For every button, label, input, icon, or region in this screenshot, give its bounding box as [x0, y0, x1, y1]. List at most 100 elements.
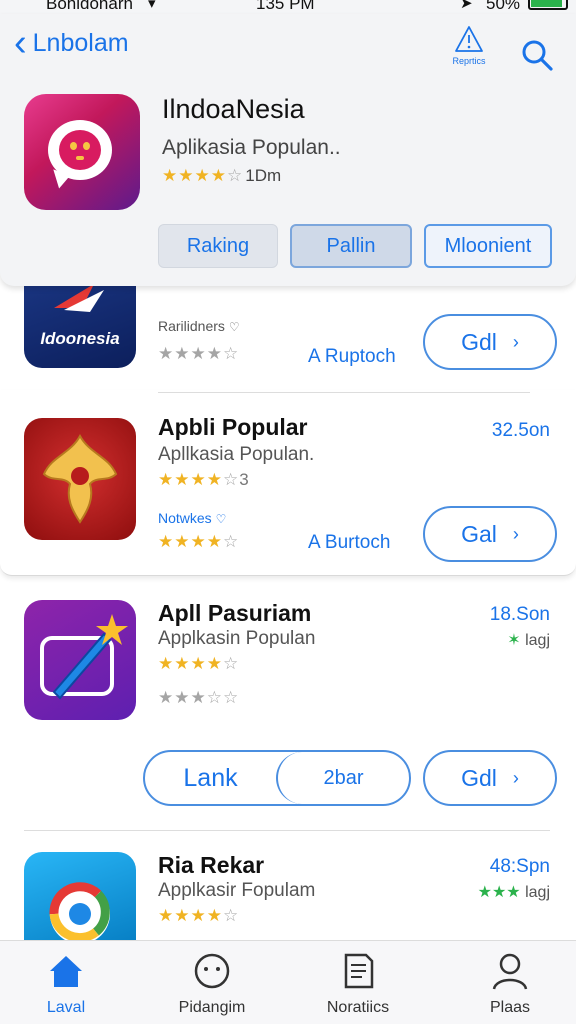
app-icon-pen[interactable] — [24, 600, 136, 720]
app3-get-button[interactable]: Gdl › — [423, 750, 557, 806]
app3-stars-row2: ★ ★ ★ ☆ ☆ — [158, 688, 239, 708]
star-icon: ★ — [190, 906, 207, 925]
star-icon: ★ — [190, 470, 207, 489]
app1-developer[interactable]: A Ruptoch — [308, 346, 396, 368]
star-icon: ★ — [158, 906, 175, 925]
app2-get-button[interactable]: Gal › — [423, 506, 557, 562]
app3-meta2-text: lagj — [525, 632, 550, 649]
home-icon — [50, 956, 82, 987]
app4-stars1-wrap: ★ ★ ★ ★ ☆ — [158, 906, 239, 926]
tab-home[interactable]: Laval — [6, 941, 126, 1024]
tab-pidangim[interactable]: Pidangim — [152, 941, 272, 1024]
featured-app-subtitle: Aplikasia Populan.. — [162, 136, 341, 159]
status-bar: Bohidonarn ▾ 135 PM ➤ 50% — [0, 0, 576, 14]
star-icon: ★ — [190, 532, 207, 551]
app2-stars2-wrap: ★ ★ ★ ★ ☆ — [158, 532, 239, 552]
star-icon: ✶ — [507, 632, 521, 649]
chevron-right-icon: › — [512, 523, 519, 544]
star-icon: ☆ — [227, 166, 244, 185]
app2-title: Apbli Popular — [158, 414, 308, 440]
person-icon — [492, 953, 528, 990]
heart-icon: ♡ — [215, 512, 227, 526]
star-icon: ☆ — [223, 532, 240, 551]
app3-subtitle: Applkasin Populan — [158, 628, 316, 649]
star-icon: ☆ — [223, 470, 240, 489]
app3-title: Apll Pasuriam — [158, 600, 312, 626]
warning-icon — [455, 26, 483, 52]
status-time: 135 PM — [256, 0, 315, 13]
segment-ranking[interactable]: Raking — [158, 224, 278, 268]
segment-popular[interactable]: Pallin — [290, 224, 412, 268]
app4-meta: 48:Spn — [489, 856, 550, 877]
chat-bubble-icon — [48, 120, 112, 180]
star-icon: ★ — [210, 166, 227, 185]
smiley-icon — [194, 953, 230, 989]
star-icon: ★ — [158, 532, 175, 551]
star-icon: ★ — [174, 654, 191, 673]
app2-stars1-wrap: ★ ★ ★ ★ ☆ 3 — [158, 470, 249, 490]
bar-button[interactable]: 2bar — [276, 752, 409, 804]
reports-button[interactable]: Reprtics — [446, 24, 492, 80]
featured-app-icon[interactable] — [24, 94, 140, 210]
back-button[interactable]: ‹ Lnbolam — [14, 22, 129, 64]
star-icon: ☆ — [206, 688, 223, 707]
reports-label: Reprtics — [452, 56, 486, 66]
rating-stars: ★ ★ ★ ★ ☆ — [162, 166, 243, 186]
app2-stars-row2: ★ ★ ★ ★ ☆ — [158, 532, 239, 552]
rating-count: 1Dm — [245, 166, 282, 185]
back-label: Lnbolam — [32, 28, 129, 57]
star-icon: ★ — [174, 532, 191, 551]
wifi-icon: ▾ — [148, 0, 156, 12]
featured-app-title: IlndoaNesia — [162, 94, 305, 124]
app-header: ‹ Lnbolam Reprtics IlndoaNesia Aplikasia… — [0, 14, 576, 286]
star-icon: ★ — [174, 344, 191, 363]
star-icon: ★ — [206, 654, 223, 673]
app4-title: Ria Rekar — [158, 852, 265, 878]
app2-get-label: Gal — [461, 520, 497, 547]
location-icon: ➤ — [460, 0, 473, 12]
carrier-label: Bohidonarn — [46, 0, 133, 13]
search-button[interactable] — [520, 38, 554, 77]
app-icon-text: Idoonesia — [40, 329, 119, 348]
app-icon-ornament[interactable] — [24, 418, 136, 540]
star-icon: ☆ — [223, 688, 240, 707]
star-icon: ★★★ — [477, 884, 521, 901]
tab-notifications-label: Noratiics — [326, 999, 390, 1016]
star-icon: ★ — [178, 166, 195, 185]
app1-stars-wrap: ★ ★ ★ ★ ☆ — [158, 344, 239, 364]
star-icon: ★ — [158, 344, 175, 363]
app2-developer[interactable]: A Burtoch — [308, 532, 390, 554]
ornament-icon — [42, 433, 118, 524]
star-icon: ★ — [158, 470, 175, 489]
star-icon: ☆ — [223, 344, 240, 363]
app3-get-label: Gdl — [461, 764, 497, 791]
app3-stars1-wrap: ★ ★ ★ ★ ☆ — [158, 654, 239, 674]
chevron-right-icon: › — [512, 767, 519, 788]
app2-meta: 32.5on — [491, 420, 550, 441]
heart-icon: ♡ — [228, 320, 240, 334]
tab-profile[interactable]: Plaas — [450, 941, 570, 1024]
star-icon: ★ — [174, 688, 191, 707]
app1-get-button[interactable]: Gdl › — [423, 314, 557, 370]
app1-label: Rarilidners ♡ — [158, 318, 240, 334]
app3-link-pill: Lank 2bar — [143, 750, 411, 806]
app4-subtitle: Applkasir Fopulam — [158, 880, 316, 901]
app1-label-text: Rarilidners — [158, 318, 225, 334]
segment-moment[interactable]: Mloonient — [424, 224, 552, 268]
star-icon: ★ — [206, 470, 223, 489]
search-icon — [522, 40, 553, 71]
star-icon: ☆ — [223, 906, 240, 925]
app4-meta2: ★★★ lagj — [478, 882, 550, 902]
star-icon: ★ — [158, 654, 175, 673]
star-icon: ★ — [206, 532, 223, 551]
star-icon: ★ — [158, 688, 175, 707]
app2-label: Notwkes ♡ — [158, 510, 226, 526]
tab-notifications[interactable]: Noratiics — [298, 941, 418, 1024]
tab-pidangim-label: Pidangim — [178, 999, 246, 1016]
star-icon: ☆ — [223, 654, 240, 673]
app1-stars: ★ ★ ★ ★ ☆ — [158, 344, 239, 364]
tab-profile-label: Plaas — [489, 999, 531, 1016]
star-icon: ★ — [174, 470, 191, 489]
chevron-left-icon: ‹ — [14, 22, 27, 64]
link-button[interactable]: Lank — [145, 752, 276, 804]
